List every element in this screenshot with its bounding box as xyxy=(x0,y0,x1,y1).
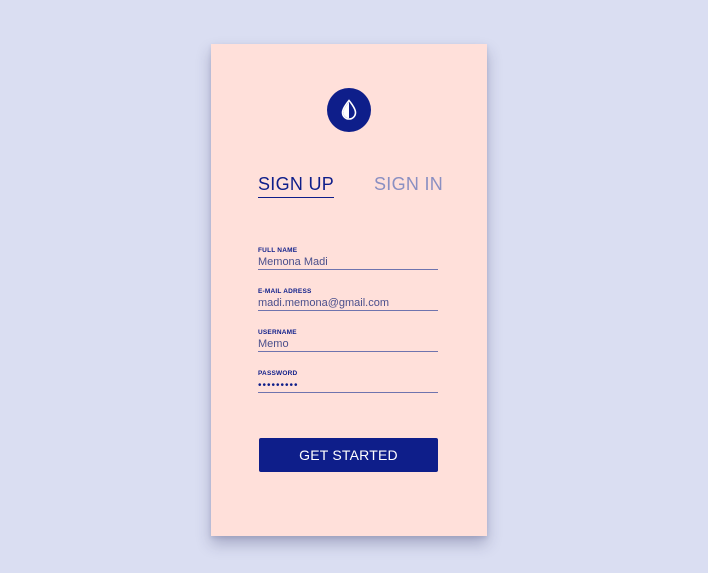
password-input[interactable] xyxy=(258,378,438,393)
email-label: E-MAIL ADRESS xyxy=(258,288,312,295)
full-name-field: FULL NAME xyxy=(258,247,438,270)
get-started-button[interactable]: GET STARTED xyxy=(259,438,438,472)
tab-sign-in[interactable]: SIGN IN xyxy=(374,174,443,195)
username-label: USERNAME xyxy=(258,329,297,336)
email-field: E-MAIL ADRESS xyxy=(258,288,438,311)
password-label: PASSWORD xyxy=(258,370,298,377)
drop-icon xyxy=(341,99,357,120)
logo xyxy=(327,88,371,132)
email-input[interactable] xyxy=(258,296,438,311)
tab-sign-up[interactable]: SIGN UP xyxy=(258,174,335,198)
password-field: PASSWORD xyxy=(258,370,438,393)
username-field: USERNAME xyxy=(258,329,438,352)
username-input[interactable] xyxy=(258,337,438,352)
signup-card: SIGN UP SIGN IN FULL NAME E-MAIL ADRESS … xyxy=(211,44,487,536)
full-name-input[interactable] xyxy=(258,255,438,270)
full-name-label: FULL NAME xyxy=(258,247,298,254)
